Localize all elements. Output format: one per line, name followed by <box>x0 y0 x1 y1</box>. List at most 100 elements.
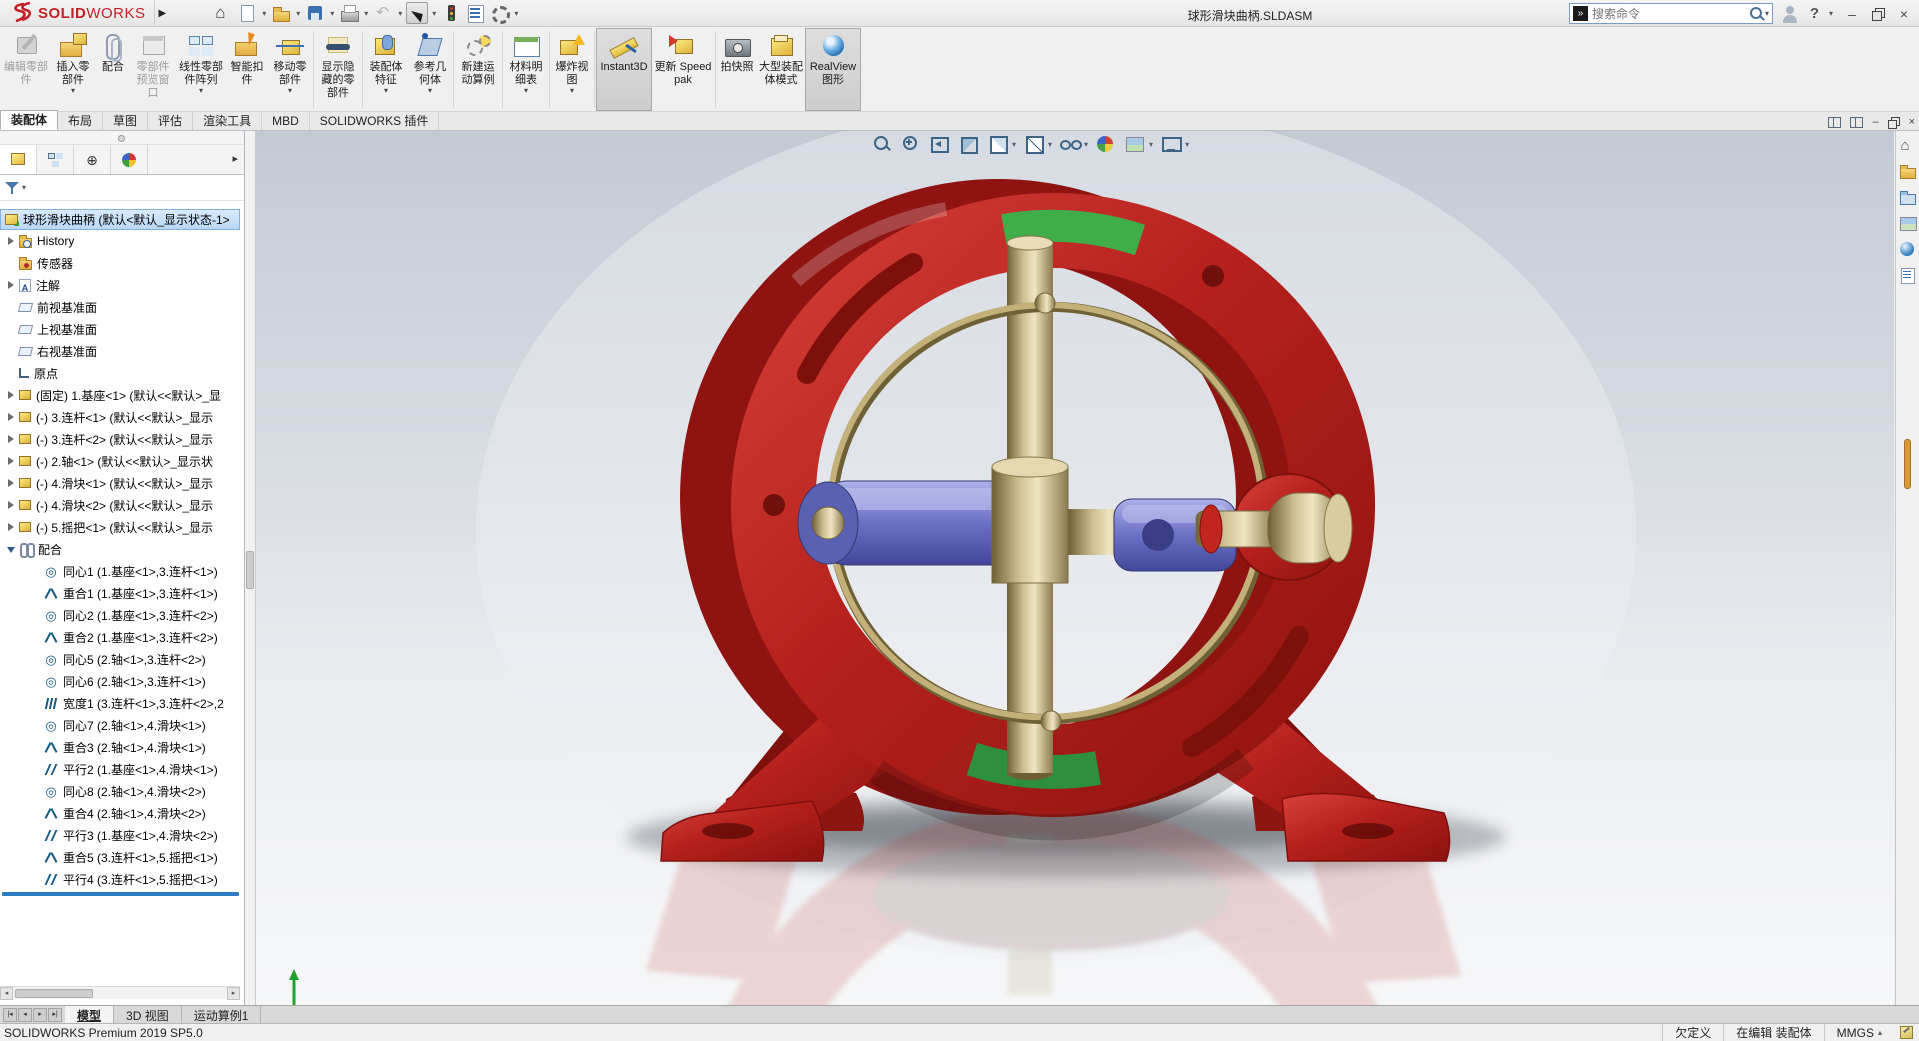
mate-parallel3[interactable]: 平行3 (1.基座<1>,4.滑块<2>) <box>0 824 244 846</box>
dropdown-icon[interactable]: ▾ <box>428 87 432 95</box>
tab-3d-views[interactable]: 3D 视图 <box>114 1006 182 1023</box>
ribbon-bill-of-materials[interactable]: 材料明细表 ▾ <box>504 28 548 111</box>
save-icon[interactable] <box>304 2 326 24</box>
tree-item-front-plane[interactable]: 前视基准面 <box>0 296 244 318</box>
section-view-icon[interactable] <box>958 134 980 154</box>
home-icon[interactable] <box>1899 137 1917 154</box>
tab-feature-manager[interactable] <box>0 145 37 174</box>
mate-coincident2[interactable]: 重合2 (1.基座<1>,3.连杆<2>) <box>0 626 244 648</box>
tree-item-top-plane[interactable]: 上视基准面 <box>0 318 244 340</box>
scrollbar-thumb[interactable] <box>246 551 254 589</box>
edit-appearance-icon[interactable] <box>1095 134 1117 154</box>
dropdown-icon[interactable]: ▾ <box>524 87 528 95</box>
tab-display-manager[interactable] <box>111 145 148 174</box>
search-input[interactable] <box>1592 6 1749 21</box>
panel-tabs-more-icon[interactable]: ▸ <box>232 152 238 165</box>
tree-vertical-scrollbar[interactable] <box>245 131 256 1005</box>
dropdown-icon[interactable]: ▾ <box>570 87 574 95</box>
ribbon-show-hidden-components[interactable]: 显示隐藏的零部件 <box>315 28 361 111</box>
mate-parallel2[interactable]: 平行2 (1.基座<1>,4.滑块<1>) <box>0 758 244 780</box>
mate-concentric5[interactable]: 同心5 (2.轴<1>,3.连杆<2>) <box>0 648 244 670</box>
prev-tab-icon[interactable]: ◂ <box>18 1007 32 1022</box>
units-selector[interactable]: MMGS ▴ <box>1823 1024 1894 1041</box>
scroll-right-icon[interactable]: ▸ <box>227 986 240 1000</box>
ribbon-take-snapshot[interactable]: 拍快照 <box>717 28 757 111</box>
expand-arrow-icon[interactable] <box>6 456 17 467</box>
tree-item-mates-folder[interactable]: 配合 <box>0 538 244 560</box>
new-document-icon[interactable] <box>236 2 258 24</box>
expand-arrow-icon[interactable] <box>6 412 17 423</box>
split-pane-left-icon[interactable] <box>1828 117 1842 128</box>
command-search[interactable]: » ▾ <box>1569 3 1773 24</box>
expand-arrow-icon[interactable] <box>6 500 17 511</box>
close-button[interactable]: × <box>1895 6 1913 22</box>
ribbon-large-assembly-mode[interactable]: 大型装配体模式 <box>757 28 805 111</box>
tree-item-sensors[interactable]: 传感器 <box>0 252 244 274</box>
scroll-left-icon[interactable]: ◂ <box>0 986 13 1000</box>
display-style-icon[interactable] <box>1023 134 1045 154</box>
mate-concentric2[interactable]: 同心2 (1.基座<1>,3.连杆<2>) <box>0 604 244 626</box>
dropdown-icon[interactable]: ▾ <box>288 87 292 95</box>
tab-configuration-manager[interactable]: ⊕ <box>74 145 111 174</box>
scrollbar-thumb[interactable] <box>15 988 93 998</box>
tab-model[interactable]: 模型 <box>65 1006 115 1023</box>
previous-view-icon[interactable] <box>929 134 951 154</box>
options-gear-icon[interactable] <box>488 2 511 24</box>
zoom-fit-icon[interactable] <box>871 134 893 154</box>
hide-show-items-icon[interactable] <box>1059 134 1083 154</box>
filter-icon[interactable] <box>5 181 19 194</box>
doc-minimize-button[interactable]: – <box>1872 117 1878 128</box>
user-account-icon[interactable] <box>1780 3 1800 25</box>
split-pane-right-icon[interactable] <box>1850 117 1864 128</box>
expand-arrow-icon[interactable] <box>6 522 17 533</box>
tree-item-origin[interactable]: 原点 <box>0 362 244 384</box>
panel-splitter[interactable] <box>0 131 244 145</box>
expand-arrow-icon[interactable] <box>6 478 17 489</box>
tree-item-link2-component[interactable]: (-) 3.连杆<2> (默认<<默认>_显示 <box>0 428 244 450</box>
ribbon-mate[interactable]: 配合 <box>96 28 130 111</box>
mate-concentric6[interactable]: 同心6 (2.轴<1>,3.连杆<1>) <box>0 670 244 692</box>
mate-coincident4[interactable]: 重合4 (2.轴<1>,4.滑块<2>) <box>0 802 244 824</box>
tab-evaluate[interactable]: 评估 <box>148 112 194 130</box>
custom-properties-tag-icon[interactable] <box>1900 1026 1913 1039</box>
mate-width1[interactable]: 宽度1 (3.连杆<1>,3.连杆<2>,2 <box>0 692 244 714</box>
doc-close-button[interactable]: × <box>1909 117 1915 128</box>
dropdown-icon[interactable]: ▾ <box>71 87 75 95</box>
file-properties-icon[interactable] <box>464 2 486 24</box>
ribbon-new-motion-study[interactable]: 新建运动算例 <box>455 28 501 111</box>
expand-arrow-icon[interactable] <box>6 280 17 291</box>
tree-root-assembly[interactable]: 球形滑块曲柄 (默认<默认_显示状态-1> <box>0 209 240 230</box>
tree-item-right-plane[interactable]: 右视基准面 <box>0 340 244 362</box>
mate-concentric8[interactable]: 同心8 (2.轴<1>,4.滑块<2>) <box>0 780 244 802</box>
view-palette-icon[interactable] <box>1899 215 1917 232</box>
design-library-icon[interactable] <box>1899 163 1917 180</box>
mate-concentric1[interactable]: 同心1 (1.基座<1>,3.连杆<1>) <box>0 560 244 582</box>
zoom-to-area-icon[interactable] <box>900 134 922 154</box>
home-icon[interactable] <box>212 2 234 24</box>
help-icon[interactable]: ? <box>1810 5 1819 22</box>
pane-scroll-thumb[interactable] <box>1904 439 1911 489</box>
ribbon-smart-fasteners[interactable]: 智能扣件 <box>226 28 268 111</box>
rollback-bar[interactable] <box>2 892 239 896</box>
search-icon[interactable] <box>1749 6 1765 22</box>
ribbon-reference-geometry[interactable]: 参考几何体 ▾ <box>408 28 452 111</box>
tab-solidworks-addins[interactable]: SOLIDWORKS 插件 <box>310 112 440 130</box>
appearances-icon[interactable] <box>1899 241 1917 258</box>
tab-assembly[interactable]: 装配体 <box>0 110 59 130</box>
tab-layout[interactable]: 布局 <box>58 112 104 130</box>
tree-item-slider1-component[interactable]: (-) 4.滑块<1> (默认<<默认>_显示 <box>0 472 244 494</box>
tree-item-link1-component[interactable]: (-) 3.连杆<1> (默认<<默认>_显示 <box>0 406 244 428</box>
tab-render-tools[interactable]: 渲染工具 <box>193 112 263 130</box>
tree-item-history[interactable]: History <box>0 230 244 252</box>
tree-item-slider2-component[interactable]: (-) 4.滑块<2> (默认<<默认>_显示 <box>0 494 244 516</box>
mate-concentric7[interactable]: 同心7 (2.轴<1>,4.滑块<1>) <box>0 714 244 736</box>
collapse-arrow-icon[interactable] <box>6 544 17 555</box>
dropdown-icon[interactable]: ▾ <box>384 87 388 95</box>
splitter-handle-icon[interactable] <box>118 135 125 142</box>
expand-arrow-icon[interactable] <box>6 236 17 247</box>
tree-item-crank-component[interactable]: (-) 5.摇把<1> (默认<<默认>_显示 <box>0 516 244 538</box>
last-tab-icon[interactable]: ▸| <box>48 1007 62 1022</box>
open-icon[interactable] <box>270 2 292 24</box>
tab-motion-study-1[interactable]: 运动算例1 <box>182 1006 262 1023</box>
view-orientation-icon[interactable] <box>987 134 1009 154</box>
